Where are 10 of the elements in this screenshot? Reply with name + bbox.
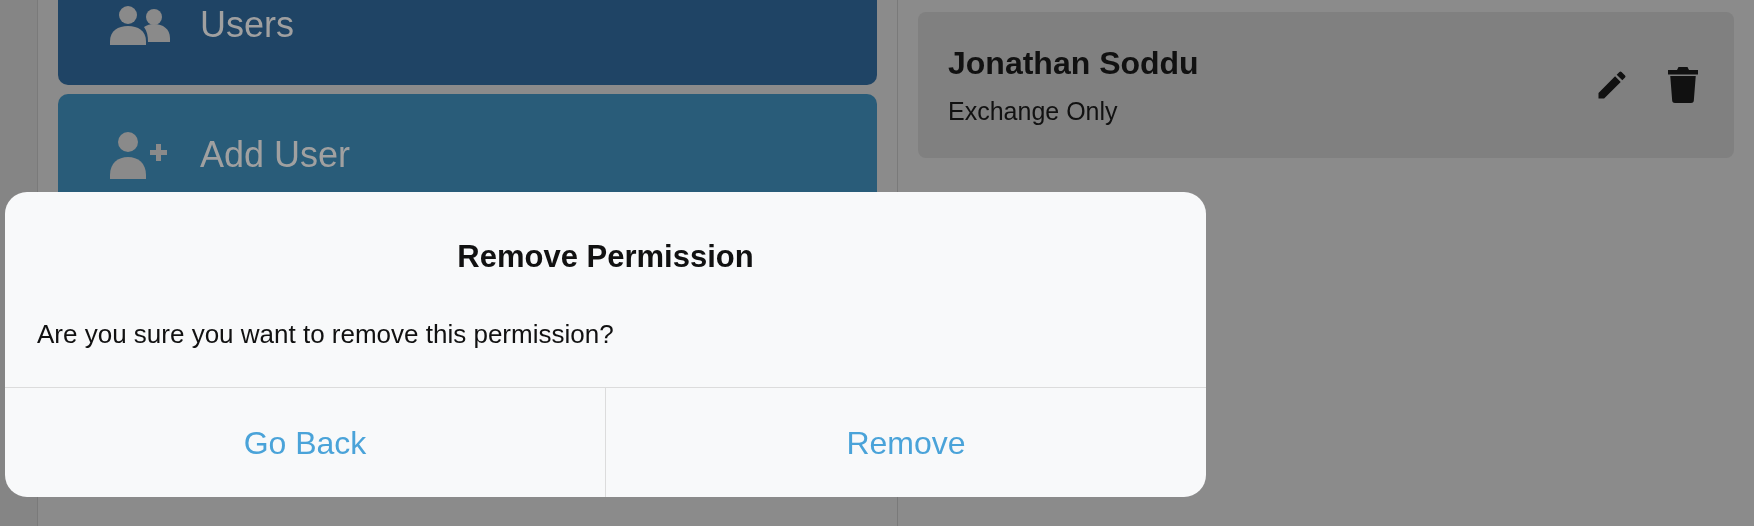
- dialog-message: Are you sure you want to remove this permission?: [37, 317, 615, 351]
- users-icon: [108, 4, 170, 45]
- permission-role: Exchange Only: [948, 96, 1119, 128]
- dialog-title: Remove Permission: [457, 238, 754, 276]
- trash-icon[interactable]: [1668, 67, 1698, 103]
- add-user-icon: [108, 130, 170, 179]
- dialog-button[interactable]: Remove: [605, 388, 1206, 497]
- sidebar-item[interactable]: Users: [58, 0, 877, 85]
- user-name: Jonathan Soddu: [948, 44, 1200, 84]
- dialog-button[interactable]: Go Back: [5, 388, 605, 497]
